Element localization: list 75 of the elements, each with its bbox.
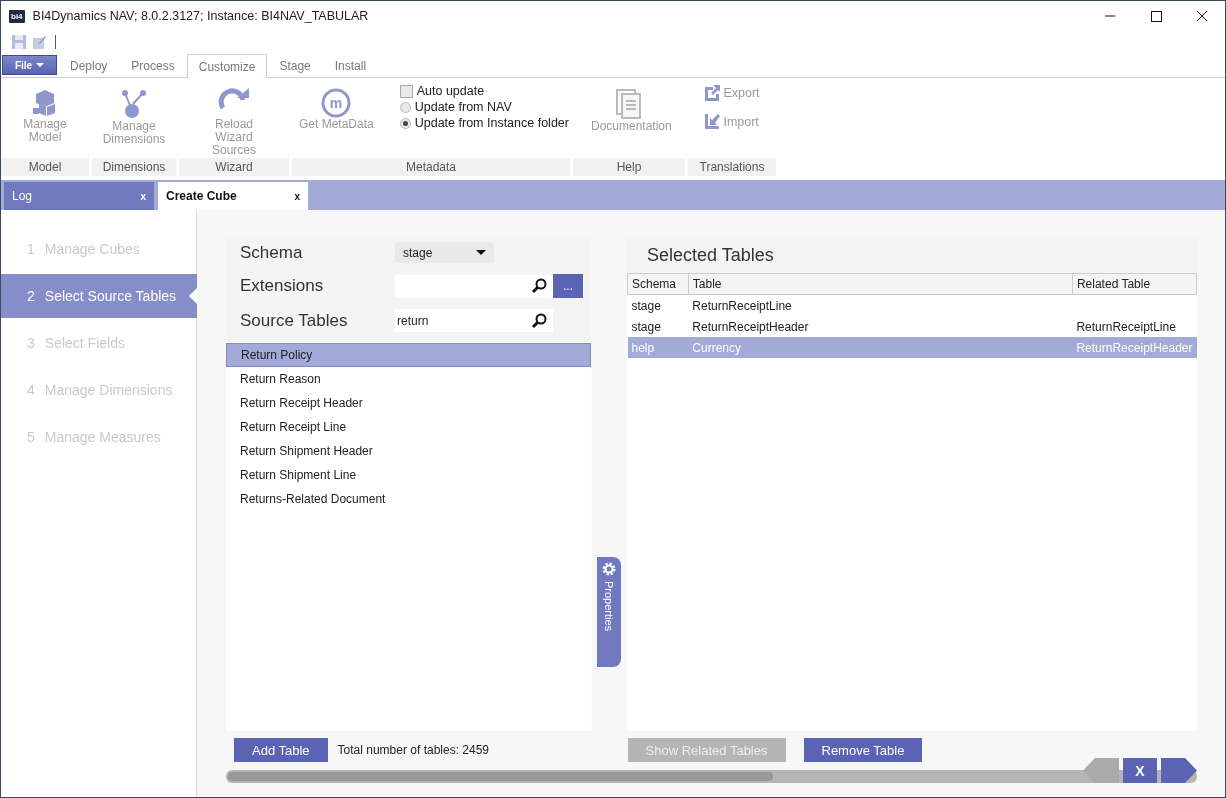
next-arrow-icon[interactable]	[1161, 758, 1197, 783]
radio-button[interactable]	[399, 117, 411, 129]
table-cell: Currency	[692, 340, 742, 355]
column-header[interactable]: Related Table	[1072, 273, 1197, 295]
nodes-icon	[119, 88, 149, 120]
export-icon	[704, 84, 722, 101]
ribbon-group-label: Dimensions	[92, 158, 176, 176]
ribbon-link[interactable]: Import	[704, 113, 760, 130]
ribbon-group-label: Metadata	[292, 158, 570, 176]
list-item[interactable]: Return Shipment Line	[226, 463, 591, 487]
column-header[interactable]: Schema	[627, 273, 689, 295]
remove-table-button[interactable]: Remove Table	[803, 738, 923, 762]
radio-label: Update from NAV	[414, 100, 512, 114]
add-table-button[interactable]: Add Table	[234, 738, 328, 762]
metadata-icon: m	[321, 88, 352, 118]
tab-close-button[interactable]: x	[294, 190, 300, 202]
ribbon-tab[interactable]: Stage	[267, 54, 323, 77]
ribbon-button[interactable]: m Get MetaData	[293, 88, 380, 131]
edit-document-icon[interactable]	[31, 34, 47, 50]
table-cell: ReturnReceiptHeader	[692, 319, 809, 334]
ribbon-group-label: Wizard	[179, 158, 289, 176]
table-cell: stage	[631, 298, 661, 313]
ribbon-tab[interactable]: Deploy	[58, 54, 120, 77]
total-count-label: Total number of tables: 2459	[337, 743, 491, 757]
table-cell: ReturnReceiptLine	[692, 298, 792, 313]
ribbon-button[interactable]: Manage Dimensions	[92, 88, 176, 146]
schema-dropdown[interactable]: stage	[395, 242, 494, 263]
ribbon-group-label: Model	[1, 158, 89, 176]
panel-title: Selected Tables	[627, 237, 1197, 273]
field-label: Source Tables	[240, 310, 349, 331]
ribbon-button[interactable]: Reload Wizard Sources	[190, 88, 278, 157]
ribbon-button[interactable]: Manage Model	[1, 88, 89, 144]
ribbon-group-label: Translations	[688, 158, 776, 176]
ribbon-group-label: Help	[573, 158, 685, 176]
cancel-button[interactable]: X	[1123, 758, 1157, 783]
list-item[interactable]: Return Shipment Header	[226, 439, 591, 463]
list-item[interactable]: Return Receipt Header	[226, 391, 591, 415]
browse-button[interactable]: ...	[553, 274, 583, 298]
list-item[interactable]: Return Reason	[226, 367, 591, 391]
properties-tab[interactable]: Properties	[597, 557, 621, 667]
table-cell: ReturnReceiptHeader	[1076, 340, 1193, 355]
document-icon	[615, 88, 643, 120]
checkbox-label: Auto update	[416, 84, 485, 98]
radio-label: Update from Instance folder	[414, 116, 569, 130]
ribbon-tab[interactable]: Process	[119, 54, 187, 77]
ribbon-tab[interactable]: Install	[322, 54, 379, 77]
source-tables-search-field[interactable]: return	[395, 309, 553, 332]
back-arrow-icon[interactable]	[1083, 758, 1119, 783]
list-item[interactable]: Return Policy	[226, 343, 591, 367]
file-menu-button[interactable]: File	[2, 55, 57, 75]
field-label: Schema	[240, 242, 304, 263]
ribbon-link[interactable]: Export	[704, 84, 760, 101]
gear-icon	[602, 562, 616, 576]
list-item[interactable]: Return Receipt Line	[226, 415, 591, 439]
import-icon	[704, 113, 722, 130]
tab-close-button[interactable]: x	[140, 190, 146, 202]
checkbox[interactable]	[399, 84, 413, 98]
window-title: BI4Dynamics NAV; 8.0.2.3127; Instance: BI4NAV_TABULAR	[32, 9, 369, 23]
app-logo: bi4	[9, 9, 25, 23]
column-header[interactable]: Table	[688, 273, 1073, 295]
table-cell: help	[631, 340, 655, 355]
document-tab[interactable]: Create Cube x	[158, 182, 308, 210]
table-cell: stage	[631, 319, 661, 334]
ribbon-button[interactable]: Documentation	[585, 88, 673, 133]
extensions-field[interactable]	[395, 274, 553, 298]
wizard-step[interactable]: 2 Select Source Tables	[1, 274, 197, 318]
table-cell: ReturnReceiptLine	[1076, 319, 1176, 334]
search-icon[interactable]	[531, 278, 547, 294]
document-tab[interactable]: Log x	[4, 182, 154, 210]
ribbon-tab[interactable]: Customize	[186, 54, 268, 78]
field-label: Extensions	[240, 276, 325, 296]
save-icon[interactable]	[11, 34, 27, 50]
list-item[interactable]: Returns-Related Document	[226, 487, 591, 511]
search-icon[interactable]	[531, 312, 547, 329]
radio-button[interactable]	[399, 101, 411, 113]
